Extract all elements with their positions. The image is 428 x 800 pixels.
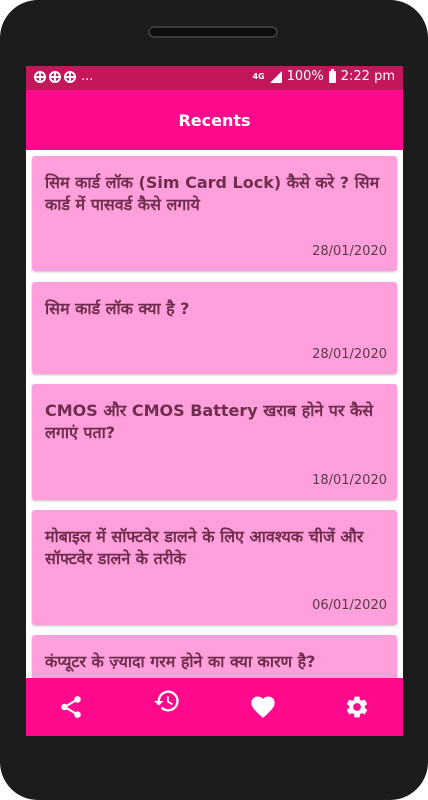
screen: ... 4G 100% 2:22 pm Recents सिम कार्ड लॉ… — [26, 66, 403, 736]
item-title: सिम कार्ड लॉक (Sim Card Lock) कैसे करे ?… — [45, 173, 380, 214]
bottom-nav — [26, 678, 403, 736]
item-date: 18/01/2020 — [312, 473, 387, 488]
battery-percent: 100% — [286, 69, 324, 84]
recents-list[interactable]: सिम कार्ड लॉक (Sim Card Lock) कैसे करे ?… — [26, 150, 403, 678]
status-more-text: ... — [81, 69, 94, 84]
item-title: CMOS और CMOS Battery खराब होने पर कैसे ल… — [45, 401, 374, 442]
history-icon — [154, 690, 179, 712]
item-title: सिम कार्ड लॉक क्या है ? — [45, 299, 190, 318]
favorites-button[interactable] — [248, 692, 278, 722]
item-title: कंप्यूटर के ज़्यादा गरम होने का क्या कार… — [45, 652, 316, 671]
item-date: 06/01/2020 — [312, 598, 387, 613]
item-date: 28/01/2020 — [312, 347, 387, 362]
status-notifications: ... — [34, 69, 93, 84]
heart-icon — [251, 696, 275, 718]
list-item[interactable]: कंप्यूटर के ज़्यादा गरम होने का क्या कार… — [32, 635, 397, 678]
clock: 2:22 pm — [340, 69, 395, 84]
share-button[interactable] — [56, 692, 86, 722]
history-button[interactable] — [152, 686, 182, 716]
settings-button[interactable] — [342, 692, 372, 722]
list-item[interactable]: सिम कार्ड लॉक क्या है ? 28/01/2020 — [32, 282, 397, 374]
notification-icon — [34, 70, 46, 83]
list-item[interactable]: सिम कार्ड लॉक (Sim Card Lock) कैसे करे ?… — [32, 156, 397, 271]
network-type: 4G — [252, 71, 265, 81]
status-bar: ... 4G 100% 2:22 pm — [26, 66, 403, 90]
phone-speaker — [148, 26, 278, 38]
list-item[interactable]: मोबाइल में सॉफ्टवेर डालने के लिए आवश्यक … — [32, 510, 397, 625]
status-indicators: 4G 100% 2:22 pm — [252, 68, 395, 84]
item-title: मोबाइल में सॉफ्टवेर डालने के लिए आवश्यक … — [45, 527, 364, 568]
share-icon — [61, 696, 81, 718]
app-bar: Recents — [26, 90, 403, 150]
notification-icon — [49, 70, 61, 83]
page-title: Recents — [178, 110, 251, 130]
battery-icon — [328, 68, 336, 83]
notification-icon — [64, 70, 76, 83]
settings-icon — [346, 696, 368, 718]
item-date: 28/01/2020 — [312, 244, 387, 259]
list-item[interactable]: CMOS और CMOS Battery खराब होने पर कैसे ल… — [32, 384, 397, 500]
signal-icon — [269, 70, 282, 83]
phone-frame: ... 4G 100% 2:22 pm Recents सिम कार्ड लॉ… — [0, 0, 428, 800]
